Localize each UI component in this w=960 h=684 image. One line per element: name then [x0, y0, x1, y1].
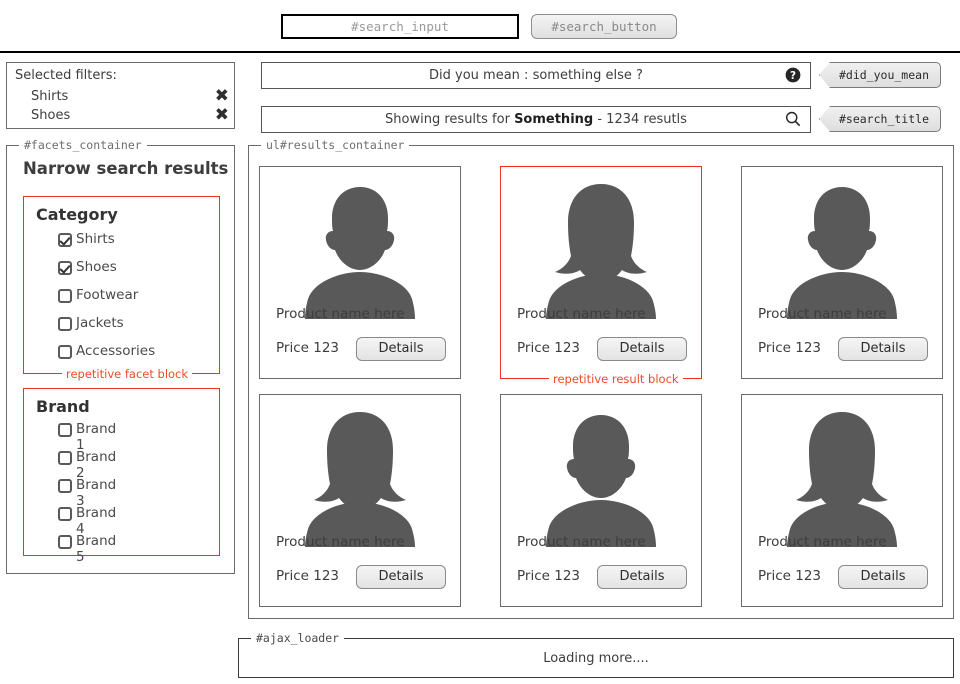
- header-bar: #search_input #search_button: [0, 0, 960, 53]
- facet-title: Category: [36, 205, 118, 224]
- search-magnifier-icon[interactable]: [784, 110, 802, 128]
- product-name: Product name here: [758, 306, 887, 322]
- selected-filter-row: Shoes ✖: [31, 105, 229, 128]
- female-silhouette-icon: [546, 184, 656, 319]
- details-button[interactable]: Details: [597, 337, 687, 361]
- selected-filters-panel: Selected filters: Shirts ✖ Shoes ✖: [6, 62, 235, 129]
- product-price: Price 123: [517, 568, 580, 584]
- product-name: Product name here: [517, 534, 646, 550]
- checkbox-icon[interactable]: [58, 345, 72, 359]
- search-button[interactable]: #search_button: [531, 14, 677, 39]
- result-card[interactable]: Product name here Price 123 Details: [741, 394, 943, 607]
- facet-option-label: Footwear: [76, 287, 139, 303]
- selected-filter-row: Shirts ✖: [31, 86, 229, 109]
- product-name: Product name here: [758, 534, 887, 550]
- checkbox-icon[interactable]: [58, 289, 72, 303]
- product-price: Price 123: [517, 340, 580, 356]
- male-silhouette-icon: [305, 187, 415, 319]
- search-title-prefix: Showing results for: [385, 112, 515, 127]
- result-card[interactable]: Product name here Price 123 Details: [741, 166, 943, 379]
- checkbox-icon[interactable]: [58, 261, 72, 275]
- loading-more-text: Loading more....: [543, 651, 649, 666]
- product-price: Price 123: [758, 568, 821, 584]
- selected-filters-title: Selected filters:: [15, 68, 117, 83]
- selected-filter-label: Shoes: [31, 108, 71, 123]
- checkbox-icon[interactable]: [58, 535, 72, 549]
- facet-block-note: repetitive facet block: [62, 367, 193, 381]
- facet-block-brand: Brand Brand 1 Brand 2 Brand 3 Brand 4 Br…: [23, 388, 220, 565]
- details-button[interactable]: Details: [838, 337, 928, 361]
- search-title-term: Something: [514, 112, 594, 127]
- product-name: Product name here: [276, 534, 405, 550]
- product-price: Price 123: [758, 340, 821, 356]
- checkbox-icon[interactable]: [58, 451, 72, 465]
- search-title-bar[interactable]: Showing results for Something - 1234 res…: [261, 106, 811, 133]
- did-you-mean-text: Did you mean : something else ?: [429, 68, 643, 83]
- details-button[interactable]: Details: [838, 565, 928, 589]
- male-silhouette-icon: [787, 187, 897, 319]
- close-x-icon[interactable]: ✖: [215, 105, 229, 125]
- facet-option-label: Shoes: [76, 259, 117, 275]
- search-title-text: Showing results for Something - 1234 res…: [262, 107, 810, 132]
- checkbox-icon[interactable]: [58, 317, 72, 331]
- close-x-icon[interactable]: ✖: [215, 86, 229, 106]
- ajax-loader-container: #ajax_loader Loading more....: [238, 631, 954, 678]
- facets-container: #facets_container Narrow search results …: [6, 138, 235, 574]
- result-card[interactable]: Product name here Price 123 Details repe…: [500, 166, 702, 386]
- did-you-mean-tag: #did_you_mean: [819, 62, 941, 88]
- product-name: Product name here: [276, 306, 405, 322]
- did-you-mean-bar[interactable]: Did you mean : something else ? ?: [261, 62, 811, 89]
- search-input[interactable]: #search_input: [281, 14, 519, 39]
- results-container-legend: ul#results_container: [261, 138, 410, 152]
- facet-title: Brand: [36, 397, 90, 416]
- female-silhouette-icon: [305, 412, 415, 547]
- facet-option-label: Accessories: [76, 343, 156, 359]
- ajax-loader-legend: #ajax_loader: [251, 631, 345, 645]
- result-card[interactable]: Product name here Price 123 Details: [500, 394, 702, 607]
- product-price: Price 123: [276, 568, 339, 584]
- narrow-search-results-title: Narrow search results: [23, 159, 229, 178]
- product-name: Product name here: [517, 306, 646, 322]
- facet-option-label: Shirts: [76, 231, 115, 247]
- result-block-note: repetitive result block: [549, 372, 683, 386]
- checkbox-icon[interactable]: [58, 479, 72, 493]
- details-button[interactable]: Details: [597, 565, 687, 589]
- facet-block-category: Category Shirts Shoes Footwear Jackets A…: [23, 196, 220, 381]
- details-button[interactable]: Details: [356, 565, 446, 589]
- checkbox-icon[interactable]: [58, 507, 72, 521]
- selected-filter-label: Shirts: [31, 89, 69, 104]
- male-silhouette-icon: [546, 415, 656, 547]
- female-silhouette-icon: [787, 412, 897, 547]
- checkbox-icon[interactable]: [58, 423, 72, 437]
- search-title-suffix: - 1234 resutls: [593, 112, 687, 127]
- result-card[interactable]: Product name here Price 123 Details: [259, 166, 461, 379]
- svg-text:?: ?: [790, 70, 796, 82]
- details-button[interactable]: Details: [356, 337, 446, 361]
- product-price: Price 123: [276, 340, 339, 356]
- results-container: ul#results_container Product name here P…: [248, 138, 954, 619]
- facets-container-legend: #facets_container: [19, 138, 147, 152]
- result-card[interactable]: Product name here Price 123 Details: [259, 394, 461, 607]
- help-question-icon[interactable]: ?: [784, 66, 802, 84]
- search-title-tag: #search_title: [819, 106, 941, 132]
- facet-option-label: Jackets: [76, 315, 124, 331]
- facet-option-label: Brand 5: [76, 533, 117, 565]
- checkbox-icon[interactable]: [58, 233, 72, 247]
